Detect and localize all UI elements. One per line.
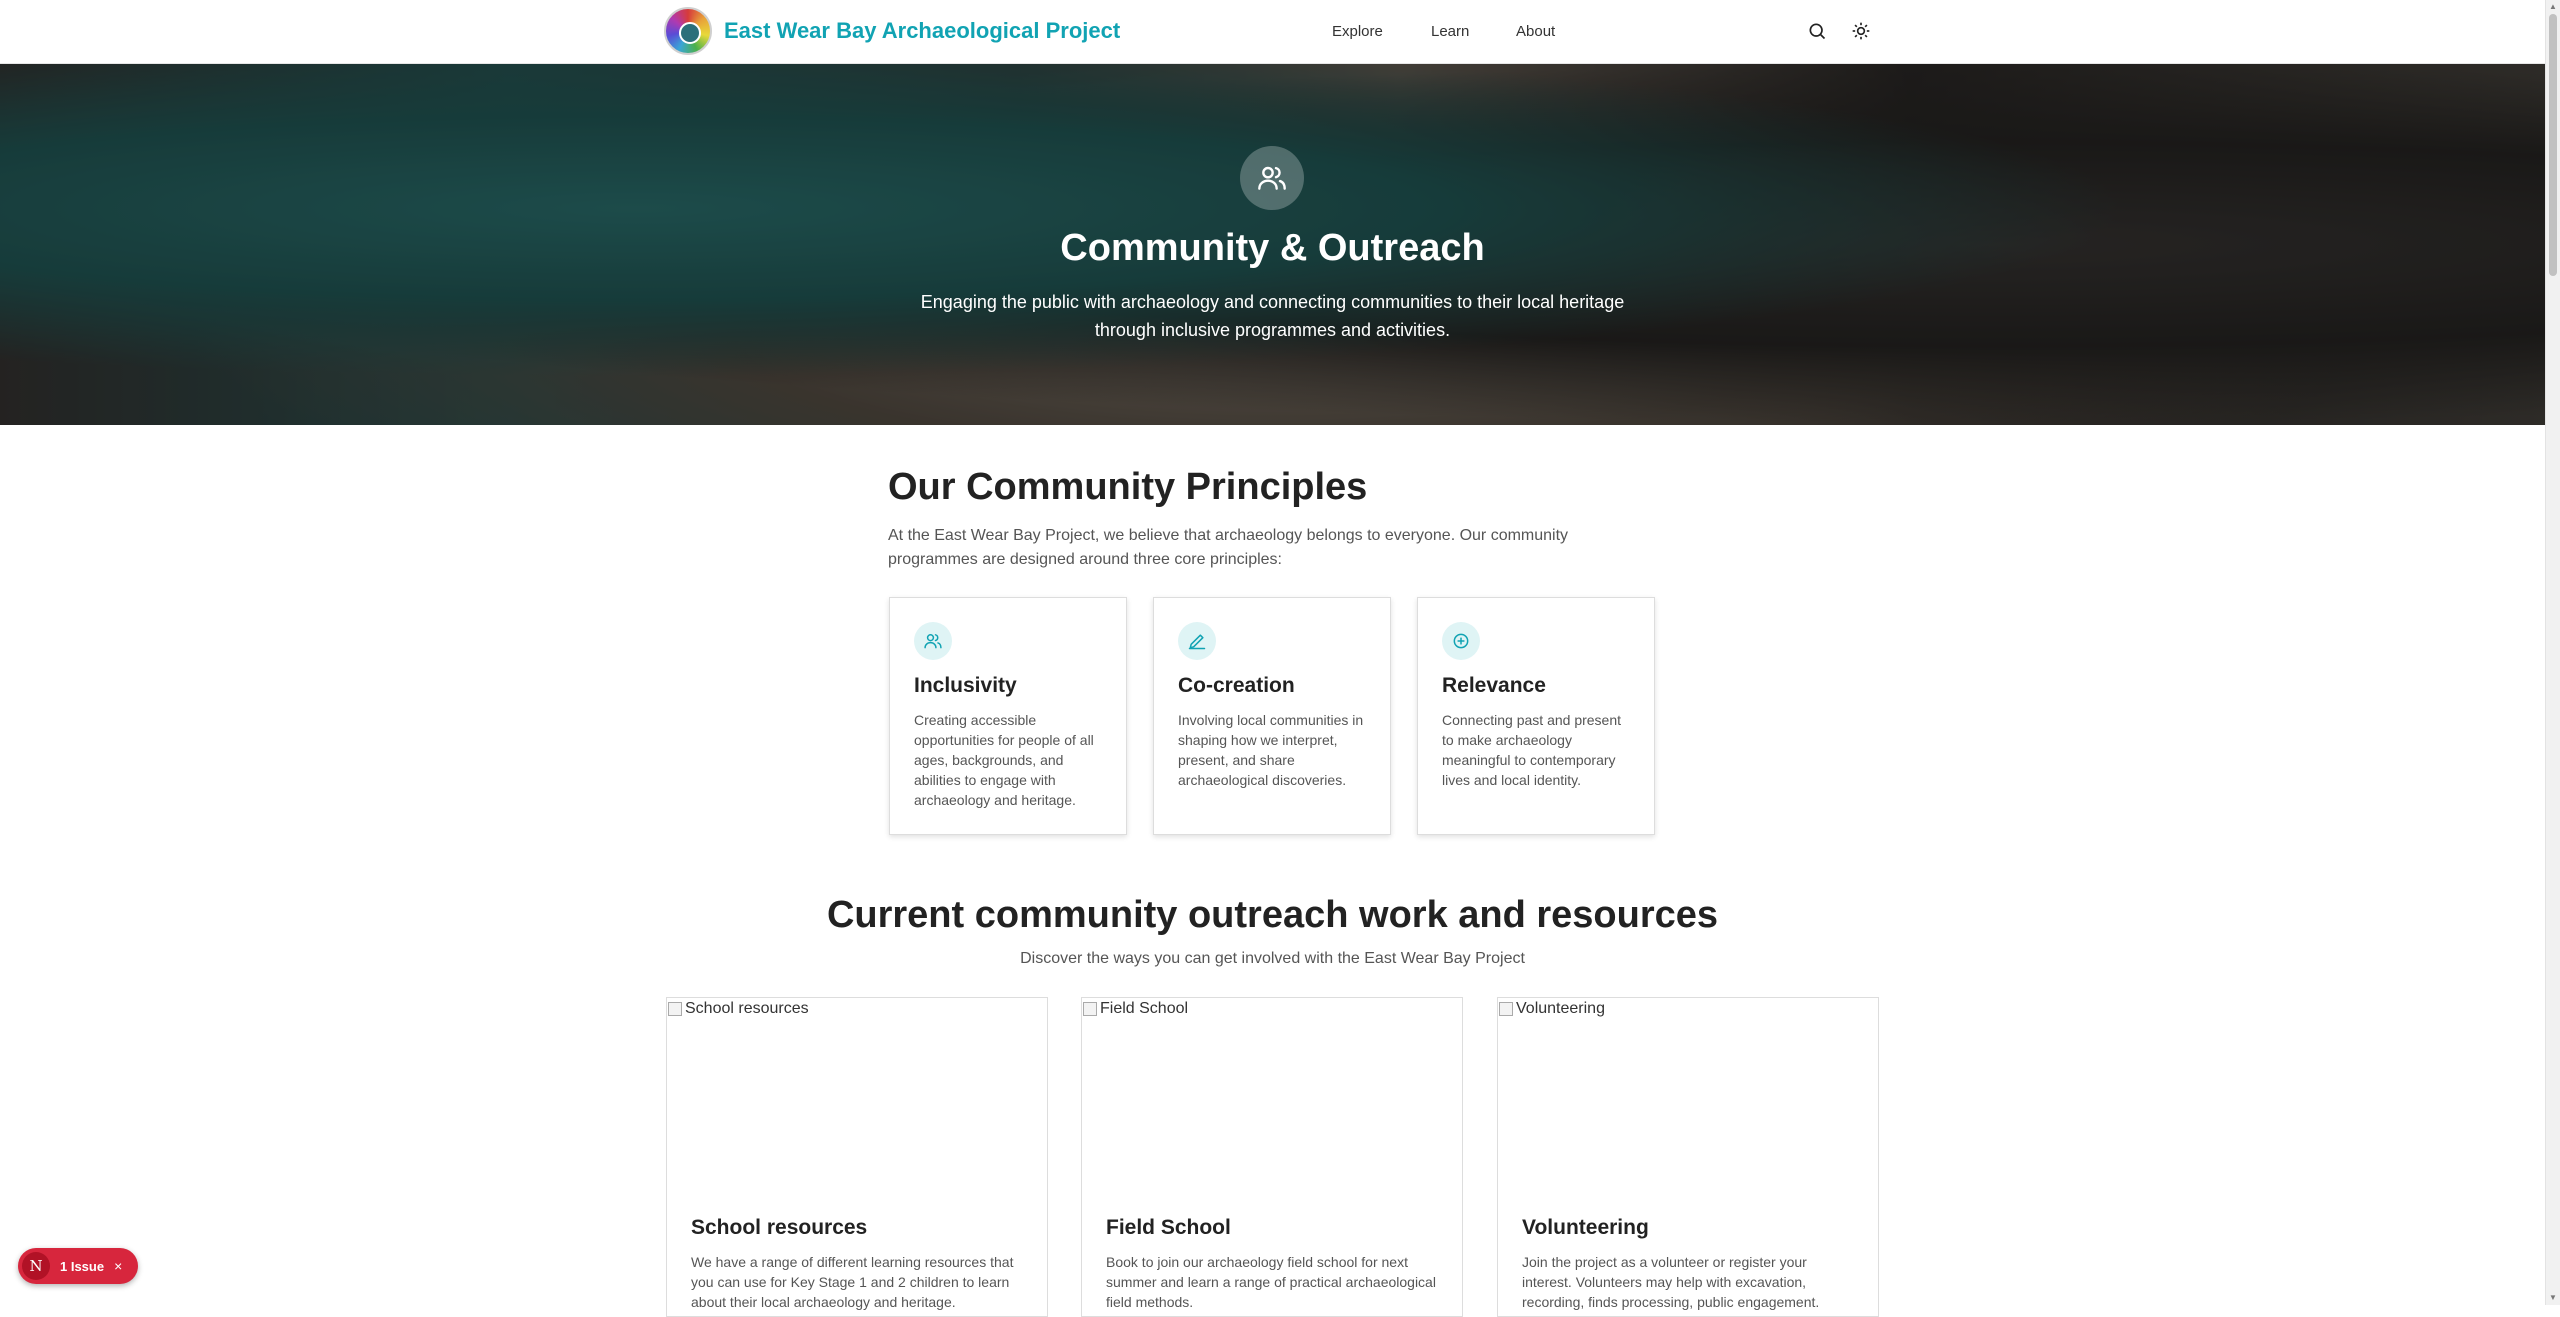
pencil-icon (1178, 622, 1216, 660)
outreach-card-volunteering[interactable]: Volunteering Volunteering Join the proje… (1497, 997, 1879, 1317)
plus-circle-icon (1442, 622, 1480, 660)
principle-title: Relevance (1442, 674, 1546, 697)
scroll-down-arrow-icon[interactable]: ▼ (2548, 1293, 2558, 1303)
close-icon[interactable]: × (114, 1258, 122, 1274)
broken-image: Volunteering (1498, 1000, 1605, 1018)
principle-title: Co-creation (1178, 674, 1295, 697)
principles-heading: Our Community Principles (888, 466, 1368, 508)
users-icon (914, 622, 952, 660)
card-title[interactable]: Volunteering (1522, 1216, 1649, 1240)
principles-intro: At the East Wear Bay Project, we believe… (888, 527, 1569, 568)
outreach-card-field-school[interactable]: Field School Field School Book to join o… (1081, 997, 1463, 1317)
home-link[interactable]: East Wear Bay Archaeological Project (664, 7, 1120, 55)
principle-text: Connecting past and present to make arch… (1442, 712, 1622, 788)
broken-image: School resources (667, 1000, 809, 1018)
nav-about[interactable]: About (1516, 23, 1555, 40)
search-icon[interactable] (1804, 18, 1830, 44)
principle-card-inclusivity: Inclusivity Creating accessible opportun… (889, 597, 1127, 835)
principle-card-co-creation: Co-creation Involving local communities … (1153, 597, 1391, 835)
issues-count[interactable]: 1 Issue (60, 1259, 104, 1274)
nav-learn[interactable]: Learn (1431, 23, 1469, 40)
card-title[interactable]: Field School (1106, 1216, 1231, 1240)
outreach-card-school-resources[interactable]: School resources School resources We hav… (666, 997, 1048, 1317)
page-title: Community & Outreach (1060, 227, 1485, 269)
page-scrollbar[interactable]: ▲ ▼ (2545, 0, 2560, 1305)
principle-text: Creating accessible opportunities for pe… (914, 712, 1094, 808)
principle-text: Involving local communities in shaping h… (1178, 712, 1364, 788)
issues-badge[interactable]: N 1 Issue × (18, 1248, 138, 1284)
hero-banner: Community & Outreach Engaging the public… (0, 64, 2545, 425)
users-icon (1240, 146, 1304, 210)
outreach-heading: Current community outreach work and reso… (826, 894, 1719, 936)
site-header: East Wear Bay Archaeological Project Exp… (0, 0, 2545, 64)
principle-card-relevance: Relevance Connecting past and present to… (1417, 597, 1655, 835)
scroll-up-arrow-icon[interactable]: ▲ (2548, 2, 2558, 12)
card-text: We have a range of different learning re… (691, 1254, 1014, 1310)
outreach-subtitle: Discover the ways you can get involved w… (1020, 950, 1525, 967)
sun-icon[interactable] (1848, 18, 1874, 44)
nextjs-logo-icon: N (22, 1252, 50, 1280)
card-text: Join the project as a volunteer or regis… (1522, 1254, 1820, 1310)
scrollbar-thumb[interactable] (2549, 14, 2557, 276)
broken-image: Field School (1082, 1000, 1188, 1018)
principle-title: Inclusivity (914, 674, 1017, 697)
site-name: East Wear Bay Archaeological Project (724, 18, 1121, 43)
nav-explore[interactable]: Explore (1332, 23, 1383, 40)
site-logo (664, 7, 712, 55)
hero-subtitle: Engaging the public with archaeology and… (920, 292, 1625, 340)
card-title[interactable]: School resources (691, 1216, 867, 1240)
card-text: Book to join our archaeology field schoo… (1106, 1254, 1436, 1310)
